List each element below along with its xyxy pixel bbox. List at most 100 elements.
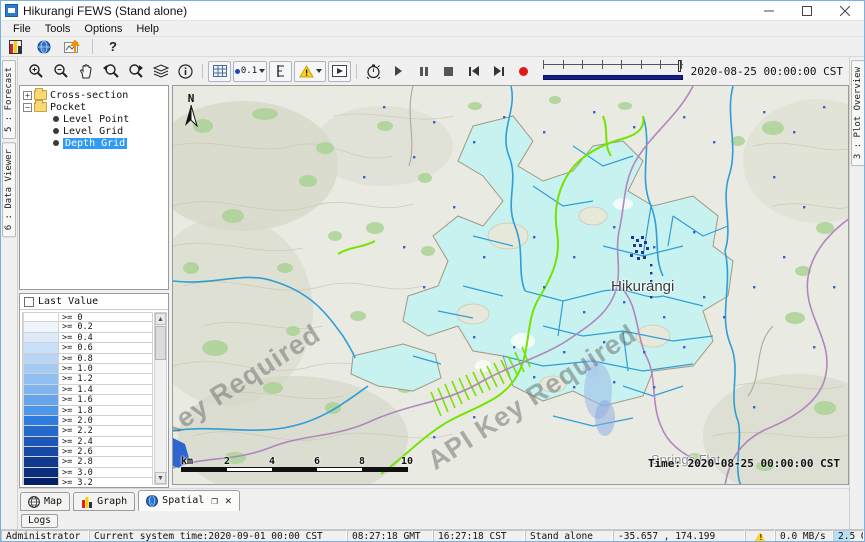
tree-node-label: Pocket [50,102,86,113]
legend-swatch [23,395,59,405]
tree-node-label: Cross-section [50,90,128,101]
timeline-thumb[interactable] [678,60,681,72]
legend-row[interactable]: >= 1.8 [23,406,153,416]
blue-globe-icon [146,495,158,507]
threshold-value: 0.1 [241,66,257,76]
play-button[interactable] [387,61,410,82]
legend-row[interactable]: >= 3.0 [23,468,153,478]
close-tab-icon[interactable]: ✕ [225,494,232,507]
record-icon [519,67,528,76]
tree-node-pocket[interactable]: − Pocket [23,101,168,113]
menu-options[interactable]: Options [78,22,128,36]
tab-spatial[interactable]: Spatial ❐ ✕ [138,490,239,511]
menu-tools[interactable]: Tools [39,22,77,36]
folder-icon [34,102,47,112]
legend-swatch [23,385,59,395]
legend-row[interactable]: >= 2.4 [23,437,153,447]
previous-frame-icon [469,66,479,76]
legend-row[interactable]: >= 1.2 [23,374,153,384]
help-icon[interactable]: ? [102,38,124,56]
scrollbar-thumb[interactable] [155,326,166,360]
left-tab-strip: 5 : Forecast 6 : Data Viewer [1,57,18,529]
minimize-button[interactable] [750,1,788,20]
legend-row[interactable]: >= 0.8 [23,354,153,364]
tab-label: Graph [97,496,127,507]
tree-node-cross-section[interactable]: + Cross-section [23,89,168,101]
timeseries-icon[interactable] [61,38,83,56]
legend-row[interactable]: >= 3.2 [23,478,153,485]
legend-swatch [23,333,59,343]
profile-button[interactable] [269,61,292,82]
maximize-button[interactable] [788,1,826,20]
scroll-down-icon[interactable]: ▼ [155,472,166,484]
legend-row[interactable]: >= 2.2 [23,426,153,436]
pan-icon[interactable] [74,61,97,82]
collapse-icon[interactable]: − [23,103,32,112]
legend-row[interactable]: >= 2.8 [23,457,153,467]
zoom-previous-button[interactable] [99,61,122,82]
tab-map[interactable]: Map [20,492,70,511]
zoom-in-button[interactable] [24,61,47,82]
database-icon[interactable] [5,38,27,56]
tab-graph[interactable]: Graph [73,492,135,511]
warning-dropdown[interactable] [294,61,326,82]
menu-bar: File Tools Options Help [1,21,864,37]
legend-row[interactable]: >= 1.6 [23,395,153,405]
close-button[interactable] [826,1,864,20]
legend-swatch [23,447,59,457]
logs-button[interactable]: Logs [21,514,58,528]
map-canvas[interactable]: API Key Required API Key Required N Hiku… [172,85,849,485]
legend-list: >= 0 >= 0.2 >= 0.4 >= 0.6 >= 0.8 >= 1.0 … [22,312,153,485]
legend-swatch [23,343,59,353]
legend-row[interactable]: >= 1.0 [23,364,153,374]
info-icon[interactable] [174,61,197,82]
app-icon [5,4,18,17]
wire-globe-icon [28,496,40,508]
previous-frame-button[interactable] [462,61,485,82]
status-warning[interactable] [745,530,775,542]
folder-icon [34,90,47,100]
tab-forecast[interactable]: 5 : Forecast [2,60,16,139]
menu-help[interactable]: Help [130,22,165,36]
status-gmt-time: 08:27:18 GMT [347,530,433,542]
legend-row[interactable]: >= 2.0 [23,416,153,426]
tree-node-level-grid[interactable]: Level Grid [53,125,168,137]
tree-node-level-point[interactable]: Level Point [53,113,168,125]
legend-row[interactable]: >= 0.4 [23,333,153,343]
scroll-up-icon[interactable]: ▲ [155,313,166,325]
pause-button[interactable] [412,61,435,82]
timer-button[interactable] [362,61,385,82]
bar-chart-icon [81,496,93,508]
zoom-out-button[interactable] [49,61,72,82]
layer-tree: + Cross-section − Pocket Level Point [19,85,169,290]
zoom-next-button[interactable] [124,61,147,82]
expand-icon[interactable]: + [23,91,32,100]
next-frame-button[interactable] [487,61,510,82]
map-base-layer [173,86,849,485]
legend-row[interactable]: >= 2.6 [23,447,153,457]
last-value-checkbox[interactable] [24,297,34,307]
layers-icon[interactable] [149,61,172,82]
chevron-down-icon [316,69,322,73]
menu-file[interactable]: File [7,22,37,36]
legend-swatch [23,364,59,374]
globe-icon[interactable] [33,38,55,56]
legend-swatch [23,354,59,364]
tree-node-depth-grid[interactable]: Depth Grid [53,137,168,149]
legend-row[interactable]: >= 0.6 [23,343,153,353]
record-button[interactable] [512,61,535,82]
content-area: 5 : Forecast 6 : Data Viewer 3 : Plot Ov… [1,57,865,529]
stop-button[interactable] [437,61,460,82]
tab-data-viewer[interactable]: 6 : Data Viewer [2,142,16,237]
timeline-slider[interactable] [543,60,683,82]
legend-row[interactable]: >= 0.2 [23,322,153,332]
threshold-dropdown[interactable]: 0.1 [233,61,267,82]
status-memory[interactable]: 2.5 GB [833,530,864,542]
grid-display-button[interactable] [208,61,231,82]
legend-row[interactable]: >= 1.4 [23,385,153,395]
undock-icon[interactable]: ❐ [211,494,218,507]
legend-scrollbar[interactable]: ▲ ▼ [154,312,167,485]
legend-row[interactable]: >= 0 [23,312,153,322]
tab-plot-overview[interactable]: 3 : Plot Overview [851,60,865,166]
animation-button[interactable] [328,61,351,82]
